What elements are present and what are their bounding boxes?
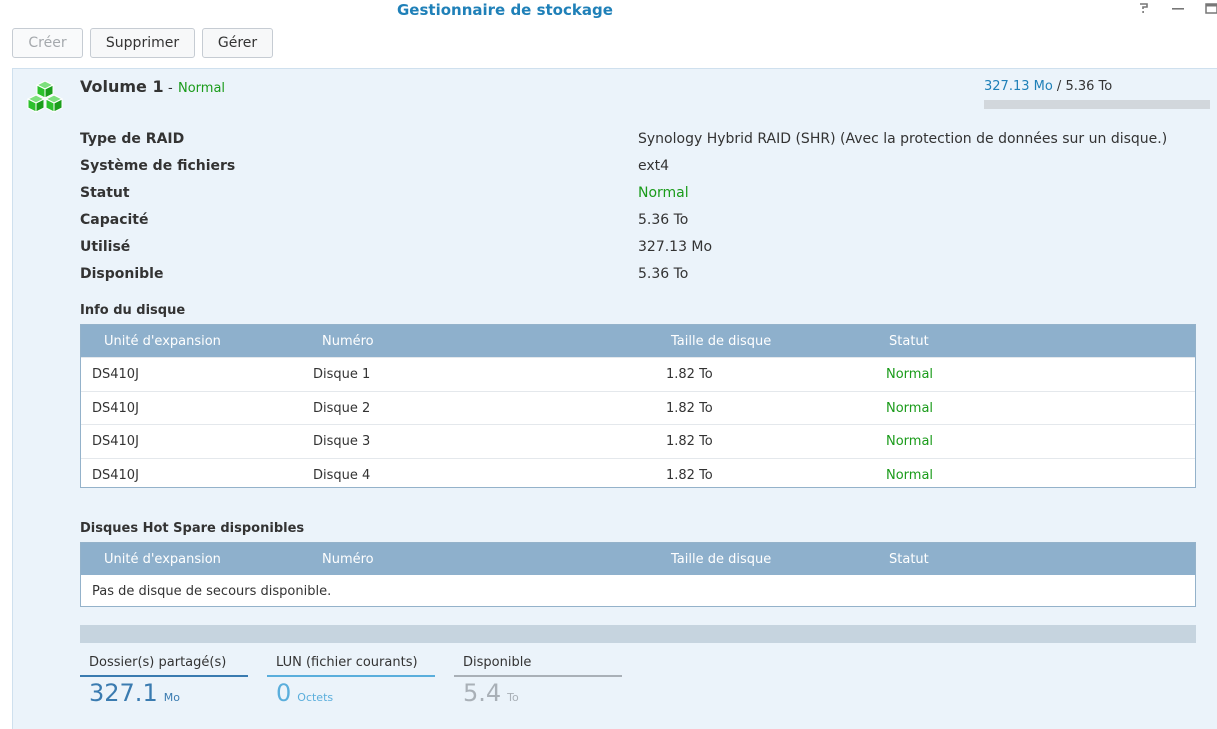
stat-lun: LUN (fichier courants) 0 Octets xyxy=(267,650,437,710)
minimize-icon[interactable] xyxy=(1171,1,1185,19)
cell-status: Normal xyxy=(886,434,933,449)
prop-value-used: 327.13 Mo xyxy=(638,239,712,255)
cell-unit: DS410J xyxy=(92,434,139,449)
table-row[interactable]: DS410J Disque 4 1.82 To Normal xyxy=(81,458,1195,492)
column-header-unit[interactable]: Unité d'expansion xyxy=(104,334,221,349)
stat-label: LUN (fichier courants) xyxy=(276,655,418,670)
cell-size: 1.82 To xyxy=(666,468,713,483)
usage-separator: / xyxy=(1053,79,1066,94)
table-header: Unité d'expansion Numéro Taille de disqu… xyxy=(81,543,1195,575)
prop-value-raid-type: Synology Hybrid RAID (SHR) (Avec la prot… xyxy=(638,131,1167,147)
stat-underline xyxy=(267,675,435,677)
delete-button[interactable]: Supprimer xyxy=(90,28,195,58)
column-header-size[interactable]: Taille de disque xyxy=(671,552,771,567)
section-divider xyxy=(80,625,1196,643)
volume-usage: 327.13 Mo / 5.36 To xyxy=(984,79,1112,94)
stat-unit: Mo xyxy=(164,691,180,704)
disk-info-title: Info du disque xyxy=(80,303,185,318)
prop-value-available: 5.36 To xyxy=(638,266,688,282)
empty-message: Pas de disque de secours disponible. xyxy=(92,584,331,599)
stat-label: Dossier(s) partagé(s) xyxy=(89,655,226,670)
cell-number: Disque 2 xyxy=(313,401,370,416)
prop-value-capacity: 5.36 To xyxy=(638,212,688,228)
prop-label-filesystem: Système de fichiers xyxy=(80,158,235,174)
cell-size: 1.82 To xyxy=(666,401,713,416)
cell-size: 1.82 To xyxy=(666,434,713,449)
hot-spare-title: Disques Hot Spare disponibles xyxy=(80,521,304,536)
cell-number: Disque 3 xyxy=(313,434,370,449)
stat-shared-folders: Dossier(s) partagé(s) 327.1 Mo xyxy=(80,650,250,710)
cell-size: 1.82 To xyxy=(666,367,713,382)
table-row[interactable]: DS410J Disque 3 1.82 To Normal xyxy=(81,424,1195,458)
column-header-unit[interactable]: Unité d'expansion xyxy=(104,552,221,567)
prop-label-available: Disponible xyxy=(80,266,163,282)
stat-value-block: 327.1 Mo xyxy=(89,679,180,707)
volume-status: Normal xyxy=(178,81,225,96)
stat-unit: Octets xyxy=(297,691,333,704)
stat-value: 5.4 xyxy=(463,679,501,707)
prop-value-filesystem: ext4 xyxy=(638,158,669,174)
disk-info-table: Unité d'expansion Numéro Taille de disqu… xyxy=(80,324,1196,488)
prop-label-status: Statut xyxy=(80,185,130,201)
cell-status: Normal xyxy=(886,367,933,382)
usage-bar xyxy=(984,100,1210,109)
stat-underline xyxy=(454,675,622,677)
prop-label-used: Utilisé xyxy=(80,239,130,255)
column-header-status[interactable]: Statut xyxy=(889,552,929,567)
manage-button[interactable]: Gérer xyxy=(202,28,273,58)
stat-value-block: 0 Octets xyxy=(276,679,333,707)
cell-status: Normal xyxy=(886,401,933,416)
column-header-size[interactable]: Taille de disque xyxy=(671,334,771,349)
table-header: Unité d'expansion Numéro Taille de disqu… xyxy=(81,325,1195,357)
table-row[interactable]: DS410J Disque 2 1.82 To Normal xyxy=(81,391,1195,425)
maximize-icon[interactable] xyxy=(1205,1,1217,19)
volume-status-separator: - xyxy=(168,81,173,96)
usage-used: 327.13 Mo xyxy=(984,79,1053,94)
stat-value: 0 xyxy=(276,679,291,707)
column-header-number[interactable]: Numéro xyxy=(322,334,374,349)
stat-label: Disponible xyxy=(463,655,531,670)
stat-underline xyxy=(80,675,248,677)
window-title: Gestionnaire de stockage xyxy=(397,1,613,19)
cell-status: Normal xyxy=(886,468,933,483)
volume-name: Volume 1 xyxy=(80,77,164,96)
stat-available: Disponible 5.4 To xyxy=(454,650,624,710)
cell-unit: DS410J xyxy=(92,367,139,382)
stat-value: 327.1 xyxy=(89,679,158,707)
stat-unit: To xyxy=(507,691,519,704)
title-bar: Gestionnaire de stockage xyxy=(0,0,1217,22)
table-row[interactable]: DS410J Disque 1 1.82 To Normal xyxy=(81,357,1195,391)
cell-number: Disque 4 xyxy=(313,468,370,483)
empty-row: Pas de disque de secours disponible. xyxy=(81,575,1195,607)
help-icon[interactable] xyxy=(1137,1,1151,19)
prop-label-raid-type: Type de RAID xyxy=(80,131,184,147)
column-header-status[interactable]: Statut xyxy=(889,334,929,349)
prop-label-capacity: Capacité xyxy=(80,212,148,228)
prop-value-status: Normal xyxy=(638,185,689,201)
cell-unit: DS410J xyxy=(92,401,139,416)
cell-number: Disque 1 xyxy=(313,367,370,382)
cell-unit: DS410J xyxy=(92,468,139,483)
column-header-number[interactable]: Numéro xyxy=(322,552,374,567)
stat-value-block: 5.4 To xyxy=(463,679,519,707)
usage-total: 5.36 To xyxy=(1065,79,1112,94)
volume-cubes-icon xyxy=(25,80,65,118)
hot-spare-table: Unité d'expansion Numéro Taille de disqu… xyxy=(80,542,1196,607)
create-button[interactable]: Créer xyxy=(12,28,83,58)
